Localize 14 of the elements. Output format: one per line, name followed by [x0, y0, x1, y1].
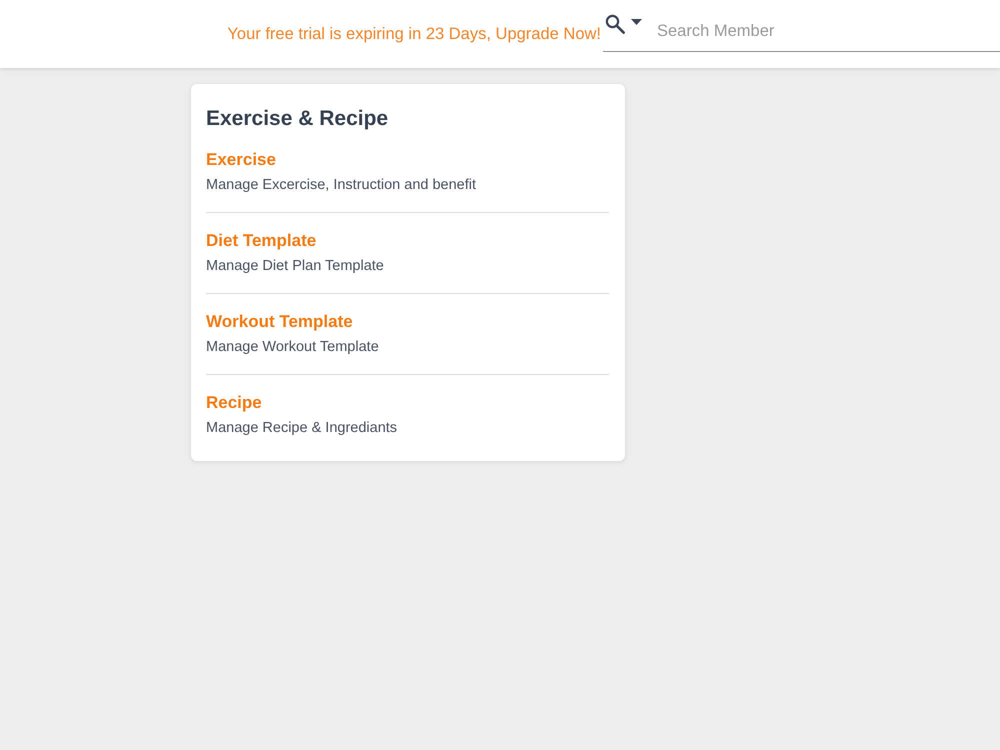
search-input[interactable]: Search Member — [657, 21, 1000, 41]
trial-notice-link[interactable]: Your free trial is expiring in 23 Days, Upgrade Now! — [227, 24, 601, 44]
item-description: Manage Workout Template — [206, 338, 379, 357]
item-title-link[interactable]: Workout Template — [206, 311, 353, 333]
item-title-link[interactable]: Exercise — [206, 149, 276, 171]
card-title: Exercise & Recipe — [206, 106, 388, 132]
caret-icon — [631, 19, 642, 25]
item-title-link[interactable]: Recipe — [206, 392, 262, 414]
item-description: Manage Recipe & Ingrediants — [206, 419, 398, 438]
item-description: Manage Diet Plan Template — [206, 257, 384, 276]
item-description: Manage Excercise, Instruction and benefit — [206, 176, 476, 195]
search-type-button[interactable] — [605, 14, 642, 34]
item-title-link[interactable]: Diet Template — [206, 230, 316, 252]
search-icon — [605, 14, 625, 34]
